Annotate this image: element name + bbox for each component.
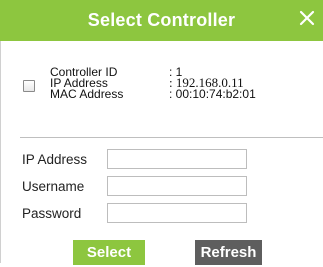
username-input[interactable]: [107, 176, 247, 196]
select-button[interactable]: Select: [73, 240, 145, 265]
dialog-title: Select Controller: [87, 10, 236, 30]
username-row: Username: [0, 176, 323, 198]
mac-address-value: : 00:10:74:b2:01: [169, 87, 256, 101]
password-row: Password: [0, 203, 323, 225]
ip-address-field-label: IP Address: [22, 152, 88, 167]
ip-address-row: IP Address: [0, 149, 323, 171]
password-field-label: Password: [22, 206, 82, 221]
select-controller-dialog: Select Controller Controller ID IP Addre…: [0, 0, 323, 267]
section-divider: [20, 137, 323, 138]
controller-list-item: Controller ID IP Address MAC Address : 1…: [0, 62, 323, 118]
ip-address-input[interactable]: [107, 149, 247, 169]
refresh-button[interactable]: Refresh: [195, 240, 262, 265]
controller-info-labels: Controller ID IP Address MAC Address: [50, 66, 124, 101]
mac-address-label: MAC Address: [50, 87, 124, 101]
password-input[interactable]: [107, 203, 247, 223]
close-icon[interactable]: [297, 8, 317, 28]
controller-checkbox[interactable]: [23, 80, 35, 92]
username-field-label: Username: [22, 179, 85, 194]
controller-info-values: : 1 : 192.168.0.11 : 00:10:74:b2:01: [169, 66, 256, 101]
dialog-titlebar: Select Controller: [0, 0, 323, 41]
